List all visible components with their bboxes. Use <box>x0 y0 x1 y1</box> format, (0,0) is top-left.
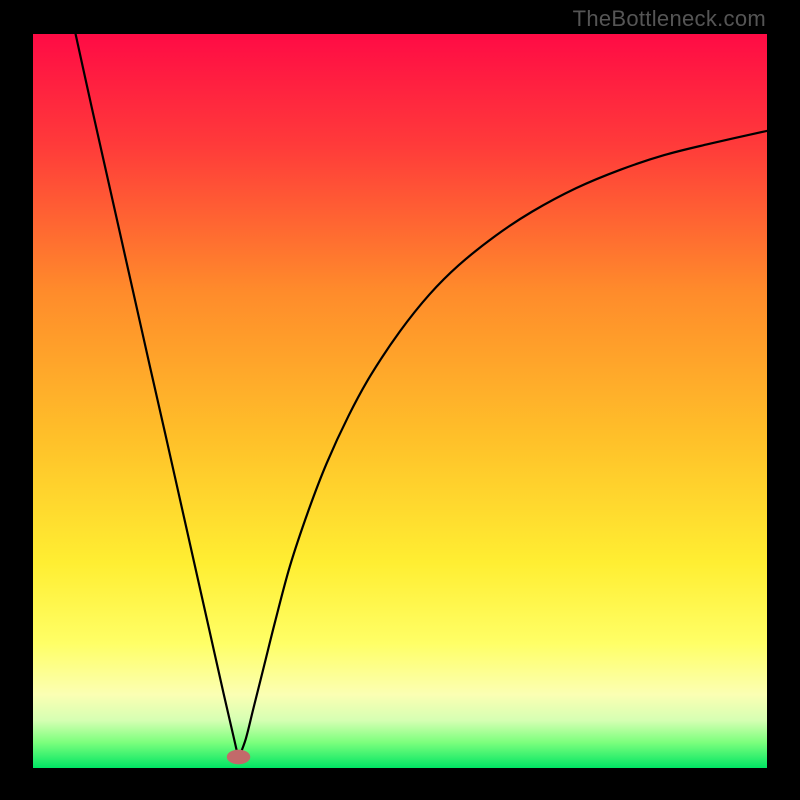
plot-area <box>33 34 767 768</box>
gradient-background <box>33 34 767 768</box>
watermark-text: TheBottleneck.com <box>573 6 766 32</box>
chart-svg <box>33 34 767 768</box>
minimum-marker <box>227 750 250 765</box>
